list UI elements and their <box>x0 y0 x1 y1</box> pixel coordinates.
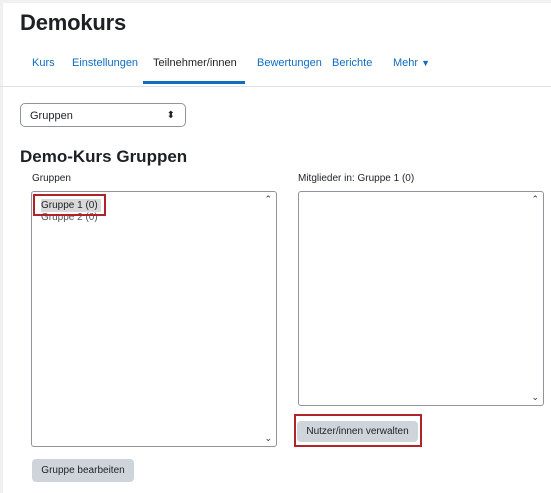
tab-teilnehmer[interactable]: Teilnehmer/innen <box>143 48 245 84</box>
manage-users-button[interactable]: Nutzer/innen verwalten <box>297 421 418 442</box>
view-select-value: Gruppen <box>30 110 73 122</box>
group-option-1[interactable]: Gruppe 1 (0) <box>36 199 101 212</box>
tab-mehr[interactable]: Mehr ▼ <box>393 48 430 84</box>
groups-listbox[interactable]: Gruppe 1 (0) Gruppe 2 (0) ⌃ ⌄ <box>31 191 277 447</box>
groups-options: Gruppe 1 (0) Gruppe 2 (0) <box>36 199 101 224</box>
chevron-down-icon: ▼ <box>421 58 430 68</box>
tab-kurs[interactable]: Kurs <box>32 48 55 84</box>
course-title: Demokurs <box>20 10 126 35</box>
nav-divider <box>0 86 551 87</box>
tab-bewertungen[interactable]: Bewertungen <box>257 48 322 84</box>
tab-mehr-label: Mehr <box>393 57 419 69</box>
tab-teilnehmer-label: Teilnehmer/innen <box>153 57 237 69</box>
frame-top-border <box>0 0 551 3</box>
group-option-2[interactable]: Gruppe 2 (0) <box>36 212 101 224</box>
scroll-down-icon[interactable]: ⌄ <box>531 392 539 403</box>
scroll-down-icon[interactable]: ⌄ <box>264 433 272 444</box>
view-select[interactable]: Gruppen ⬍ <box>20 103 186 127</box>
members-label: Mitglieder in: Gruppe 1 (0) <box>298 173 415 184</box>
groups-label: Gruppen <box>32 173 71 184</box>
page-heading: Demo-Kurs Gruppen <box>20 147 188 166</box>
edit-group-button[interactable]: Gruppe bearbeiten <box>32 459 134 482</box>
scroll-up-icon[interactable]: ⌃ <box>531 194 539 205</box>
tab-berichte[interactable]: Berichte <box>332 48 372 84</box>
tab-einstellungen[interactable]: Einstellungen <box>72 48 138 84</box>
scroll-up-icon[interactable]: ⌃ <box>264 194 272 205</box>
sort-arrows-icon: ⬍ <box>166 110 175 121</box>
members-listbox[interactable]: ⌃ ⌄ <box>298 191 544 406</box>
frame-left-border <box>0 0 3 493</box>
